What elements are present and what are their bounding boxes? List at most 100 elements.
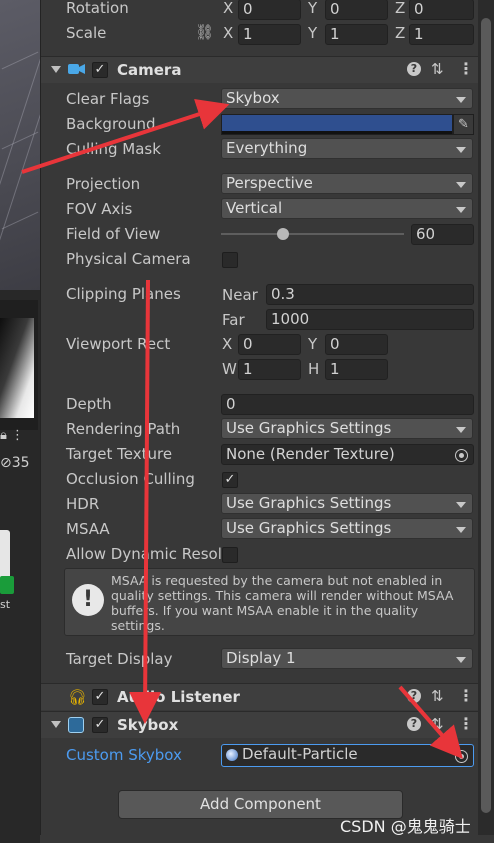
projection-value: Perspective — [226, 174, 313, 192]
camera-enabled-checkbox[interactable]: ✓ — [92, 62, 108, 78]
inspector-scrollbar[interactable] — [478, 0, 494, 835]
chevron-down-icon — [456, 182, 466, 188]
chevron-down-icon — [456, 527, 466, 533]
audio-listener-component-header[interactable]: 🎧︎ ✓ Audio Listener ? ⇅ ⋮ — [41, 683, 479, 710]
rendering-path-dropdown[interactable]: Use Graphics Settings — [221, 418, 473, 439]
fov-axis-dropdown[interactable]: Vertical — [221, 198, 473, 219]
more-options-icon[interactable]: ⋮ — [458, 714, 474, 733]
hdr-label: HDR — [66, 495, 100, 513]
scene-view-fragment[interactable] — [0, 0, 40, 290]
fov-value-field[interactable]: 60 — [411, 224, 474, 245]
headphones-icon: 🎧︎ — [68, 688, 88, 706]
culling-mask-label: Culling Mask — [66, 140, 161, 158]
rotation-row: Rotation X 0 Y 0 Z 0 — [41, 0, 479, 22]
eye-count: ⊘35 — [0, 455, 30, 471]
hdr-dropdown[interactable]: Use Graphics Settings — [221, 493, 473, 514]
viewport-w-axis[interactable]: W — [222, 360, 237, 378]
scale-y-field[interactable]: 1 — [325, 24, 388, 45]
target-display-dropdown[interactable]: Display 1 — [221, 648, 473, 669]
skybox-icon — [68, 717, 84, 733]
more-options-icon[interactable]: ⋮ — [458, 686, 474, 705]
chevron-down-icon — [456, 207, 466, 213]
scale-z-field[interactable]: 1 — [409, 24, 474, 45]
rotation-x-field[interactable]: 0 — [238, 0, 301, 20]
target-texture-value: None (Render Texture) — [226, 445, 395, 463]
scale-x-field[interactable]: 1 — [238, 24, 301, 45]
scale-x-axis[interactable]: X — [223, 24, 233, 42]
occlusion-culling-checkbox[interactable]: ✓ — [222, 472, 238, 488]
viewport-h-field[interactable]: 1 — [325, 359, 388, 380]
viewport-y-axis[interactable]: Y — [308, 335, 317, 353]
projection-row: Projection Perspective — [41, 173, 479, 198]
scale-y-axis[interactable]: Y — [308, 24, 317, 42]
target-texture-label: Target Texture — [66, 445, 173, 463]
skybox-title: Skybox — [117, 716, 179, 734]
camera-component-header[interactable]: ✓ Camera ? ⇅ ⋮ — [41, 56, 479, 83]
physical-camera-label: Physical Camera — [66, 250, 191, 268]
object-picker-icon[interactable] — [455, 750, 468, 763]
rotation-z-field[interactable]: 0 — [409, 0, 474, 20]
rotation-y-field[interactable]: 0 — [325, 0, 388, 20]
fov-axis-value: Vertical — [226, 199, 283, 217]
lock-icon[interactable]: 🔒︎ ⋮ — [0, 428, 24, 443]
scale-z-axis[interactable]: Z — [395, 24, 405, 42]
viewport-y-field[interactable]: 0 — [325, 334, 388, 355]
culling-mask-dropdown[interactable]: Everything — [221, 138, 473, 159]
help-icon[interactable]: ? — [407, 717, 421, 731]
preset-icon[interactable]: ⇅ — [431, 60, 444, 78]
near-field[interactable]: 0.3 — [266, 284, 474, 305]
skybox-enabled-checkbox[interactable]: ✓ — [92, 717, 108, 733]
scrollbar-thumb[interactable] — [481, 18, 491, 813]
fov-slider-thumb[interactable] — [277, 228, 290, 240]
constrain-proportions-icon[interactable]: ⛓ — [195, 23, 214, 41]
eyedropper-icon[interactable]: ✎ — [453, 114, 474, 135]
allow-dynamic-resolution-row: Allow Dynamic Resol — [41, 543, 479, 568]
rotation-y-axis[interactable]: Y — [308, 0, 317, 17]
hdr-row: HDR Use Graphics Settings — [41, 493, 479, 518]
chevron-down-icon — [456, 147, 466, 153]
viewport-x-axis[interactable]: X — [222, 335, 232, 353]
preset-icon[interactable]: ⇅ — [431, 715, 444, 733]
viewport-rect-label: Viewport Rect — [66, 335, 171, 353]
help-icon[interactable]: ? — [407, 62, 421, 76]
viewport-h-axis[interactable]: H — [308, 360, 319, 378]
info-icon: ! — [72, 584, 104, 616]
fov-slider-track[interactable] — [221, 233, 404, 235]
custom-skybox-field[interactable]: Default-Particle — [221, 744, 474, 767]
near-label: Near — [222, 286, 258, 304]
msaa-label: MSAA — [66, 520, 110, 538]
preset-icon[interactable]: ⇅ — [431, 687, 444, 705]
hdr-value: Use Graphics Settings — [226, 494, 392, 512]
rotation-z-axis[interactable]: Z — [395, 0, 405, 17]
far-field[interactable]: 1000 — [266, 309, 474, 330]
background-color-swatch[interactable] — [221, 114, 453, 135]
more-options-icon[interactable]: ⋮ — [458, 59, 474, 78]
physical-camera-checkbox[interactable] — [222, 252, 238, 268]
msaa-value: Use Graphics Settings — [226, 519, 392, 537]
rotation-label: Rotation — [66, 0, 129, 17]
occlusion-culling-label: Occlusion Culling — [66, 470, 195, 488]
chevron-down-icon — [456, 427, 466, 433]
audio-listener-enabled-checkbox[interactable]: ✓ — [92, 689, 108, 705]
help-icon[interactable]: ? — [407, 689, 421, 703]
skybox-component-header[interactable]: ✓ Skybox ? ⇅ ⋮ — [41, 711, 479, 738]
msaa-dropdown[interactable]: Use Graphics Settings — [221, 518, 473, 539]
eye-icon: ⊘ — [0, 455, 12, 471]
camera-foldout-icon[interactable] — [51, 66, 61, 73]
rotation-x-axis[interactable]: X — [223, 0, 233, 17]
depth-field[interactable]: 0 — [221, 394, 474, 415]
skybox-foldout-icon[interactable] — [51, 721, 61, 728]
fov-axis-label: FOV Axis — [66, 200, 133, 218]
viewport-w-field[interactable]: 1 — [238, 359, 301, 380]
allow-dynamic-resolution-checkbox[interactable] — [222, 547, 238, 563]
clipping-planes-far-row: Far 1000 — [41, 308, 479, 333]
clear-flags-dropdown[interactable]: Skybox — [221, 88, 473, 109]
target-texture-field[interactable]: None (Render Texture) — [221, 444, 474, 465]
clipping-planes-label: Clipping Planes — [66, 285, 181, 303]
object-picker-icon[interactable] — [455, 449, 468, 462]
culling-mask-row: Culling Mask Everything — [41, 138, 479, 163]
viewport-x-field[interactable]: 0 — [238, 334, 301, 355]
scale-row: Scale ⛓ X 1 Y 1 Z 1 — [41, 22, 479, 47]
projection-dropdown[interactable]: Perspective — [221, 173, 473, 194]
scale-label: Scale — [66, 24, 107, 42]
